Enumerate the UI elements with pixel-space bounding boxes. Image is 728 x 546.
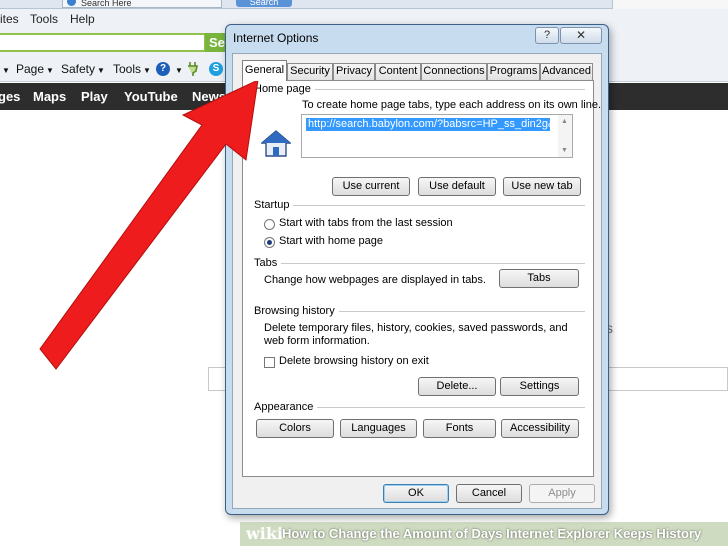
help-dropdown-caret[interactable]: ▼: [173, 62, 183, 76]
google-link-youtube[interactable]: YouTube: [124, 89, 178, 104]
safety-menu-button[interactable]: Safety ▼: [61, 62, 105, 76]
help-icon[interactable]: ?: [156, 62, 170, 76]
tools-menu-label: Tools: [113, 62, 142, 76]
apply-button[interactable]: Apply: [529, 484, 595, 503]
wikihow-caption: wiki How to Change the Amount of Days In…: [240, 522, 728, 546]
accessibility-button[interactable]: Accessibility: [501, 419, 579, 438]
divider: [295, 89, 585, 90]
fonts-button[interactable]: Fonts: [423, 419, 496, 438]
delete-button[interactable]: Delete...: [418, 377, 496, 396]
tab-privacy[interactable]: Privacy: [333, 63, 375, 80]
caption-title: How to Change the Amount of Days Interne…: [282, 526, 702, 541]
chevron-down-icon: ▼: [46, 66, 54, 75]
page-menu-button[interactable]: Page ▼: [16, 62, 54, 76]
radio-home-page-label[interactable]: Start with home page: [279, 235, 383, 247]
dialog-help-button[interactable]: ?: [535, 27, 559, 44]
menu-favorites[interactable]: ites: [0, 12, 19, 26]
tab-security[interactable]: Security: [287, 63, 333, 80]
dialog-title: Internet Options: [233, 31, 319, 45]
google-link-images[interactable]: ges: [0, 89, 20, 104]
tab-general[interactable]: General: [242, 60, 287, 81]
use-new-tab-button[interactable]: Use new tab: [503, 177, 581, 196]
tools-menu-button[interactable]: Tools ▼: [113, 62, 151, 76]
tabs-settings-button[interactable]: Tabs: [499, 269, 579, 288]
home-page-url-text[interactable]: http://search.babylon.com/?babsrc=HP_ss_…: [306, 118, 550, 131]
divider: [333, 311, 585, 312]
scroll-up-icon[interactable]: ▲: [561, 118, 568, 125]
menu-tools[interactable]: Tools: [30, 12, 58, 26]
close-icon: ✕: [575, 28, 587, 42]
divider: [281, 263, 585, 264]
radio-home-page[interactable]: [264, 237, 275, 248]
scroll-down-icon[interactable]: ▼: [561, 147, 568, 154]
languages-button[interactable]: Languages: [340, 419, 417, 438]
tab-content[interactable]: Content: [375, 63, 421, 80]
cancel-button[interactable]: Cancel: [456, 484, 522, 503]
divider: [293, 205, 585, 206]
browsing-history-description: Delete temporary files, history, cookies…: [264, 322, 568, 347]
browser-tab[interactable]: Search Here: [62, 0, 222, 8]
delete-on-exit-checkbox[interactable]: [264, 357, 275, 368]
dialog-close-button[interactable]: ✕: [560, 27, 602, 44]
ok-button[interactable]: OK: [383, 484, 449, 503]
tab-programs[interactable]: Programs: [487, 63, 540, 80]
colors-button[interactable]: Colors: [256, 419, 334, 438]
startup-heading: Startup: [254, 199, 294, 211]
appearance-heading: Appearance: [254, 401, 318, 413]
address-area[interactable]: [612, 0, 728, 9]
page-menu-label: Page: [16, 62, 45, 76]
use-default-button[interactable]: Use default: [418, 177, 496, 196]
browsing-history-heading: Browsing history: [254, 305, 339, 317]
google-link-maps[interactable]: Maps: [33, 89, 66, 104]
tabs-heading: Tabs: [254, 257, 282, 269]
dialog-body: General Security Privacy Content Connect…: [232, 53, 602, 509]
menu-help[interactable]: Help: [70, 12, 95, 26]
home-page-instruction: To create home page tabs, type each addr…: [302, 99, 602, 111]
addon-icon[interactable]: [186, 61, 200, 77]
home-page-url-field[interactable]: http://search.babylon.com/?babsrc=HP_ss_…: [301, 114, 573, 158]
tab-connections[interactable]: Connections: [421, 63, 487, 80]
internet-options-dialog: Internet Options ? ✕ General Security Pr…: [225, 24, 609, 515]
safety-dropdown-caret[interactable]: ▼: [0, 62, 10, 76]
tabs-description: Change how webpages are displayed in tab…: [264, 274, 486, 286]
home-page-heading: Home page: [254, 83, 315, 95]
wikihow-logo: wiki: [246, 524, 284, 543]
safety-menu-label: Safety: [61, 62, 96, 76]
home-icon: [261, 130, 291, 157]
browser-tab-strip: Search Here Search: [0, 0, 728, 9]
use-current-button[interactable]: Use current: [332, 177, 410, 196]
skype-icon[interactable]: S: [209, 62, 223, 76]
general-tab-panel: Home page To create home page tabs, type…: [242, 80, 601, 477]
divider: [315, 407, 585, 408]
chevron-down-icon: ▼: [143, 66, 151, 75]
radio-last-session-label[interactable]: Start with tabs from the last session: [279, 217, 453, 229]
browser-tab-label: Search Here: [81, 0, 132, 8]
help-icon: ?: [543, 29, 551, 41]
google-link-news[interactable]: News: [192, 89, 226, 104]
history-settings-button[interactable]: Settings: [500, 377, 579, 396]
tab-search-button[interactable]: Search: [236, 0, 292, 7]
url-field-scrollbar[interactable]: ▲ ▼: [558, 115, 572, 157]
toolbar-search-input[interactable]: [0, 33, 206, 52]
tab-advanced[interactable]: Advanced: [540, 63, 593, 80]
delete-on-exit-label[interactable]: Delete browsing history on exit: [279, 355, 429, 367]
search-site-icon: [67, 0, 76, 6]
radio-last-session[interactable]: [264, 219, 275, 230]
google-link-play[interactable]: Play: [81, 89, 108, 104]
chevron-down-icon: ▼: [97, 66, 105, 75]
